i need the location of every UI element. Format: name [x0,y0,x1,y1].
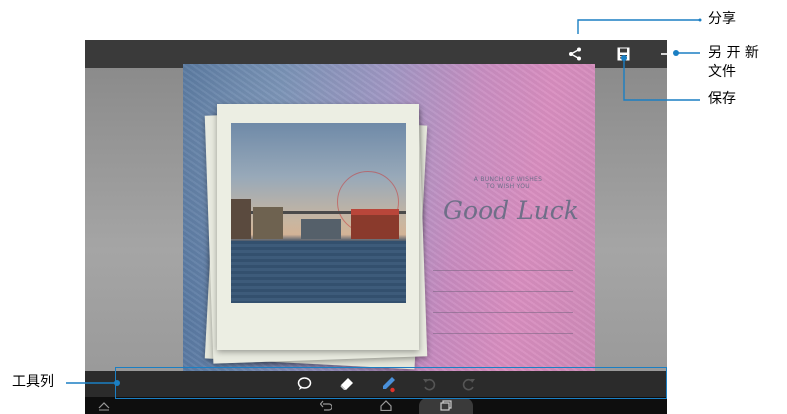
share-callout-label: 分享 [708,11,736,27]
ship [301,219,341,239]
save-callout-label: 保存 [708,91,736,107]
save-icon[interactable] [615,46,631,62]
wish-text-line: TO WISH YOU [486,183,530,190]
building [351,209,399,239]
back-icon[interactable] [319,399,333,412]
writing-lines [433,270,573,354]
recent-apps-icon[interactable] [439,399,453,412]
wish-text: A BUNCH OF WISHES TO WISH YOU [453,176,563,190]
building [231,199,251,239]
building [253,207,283,239]
card-title[interactable]: Good Luck [441,196,581,225]
system-nav-bar [85,397,667,414]
share-icon[interactable] [567,46,583,62]
app-screen: A BUNCH OF WISHES TO WISH YOU Good Luck [85,40,667,414]
new-file-callout-label: 另 开 新 文件 [708,45,759,80]
toolbar-callout-label: 工具列 [12,374,54,390]
home-icon[interactable] [379,399,393,412]
toolbar-highlight-box [115,367,667,399]
plus-icon[interactable] [659,45,667,63]
wish-text-line: A BUNCH OF WISHES [473,176,543,183]
chevron-up-icon[interactable] [97,399,111,412]
greeting-card[interactable]: A BUNCH OF WISHES TO WISH YOU Good Luck [183,64,595,371]
harbor-photo[interactable] [231,123,406,303]
water [231,241,406,303]
